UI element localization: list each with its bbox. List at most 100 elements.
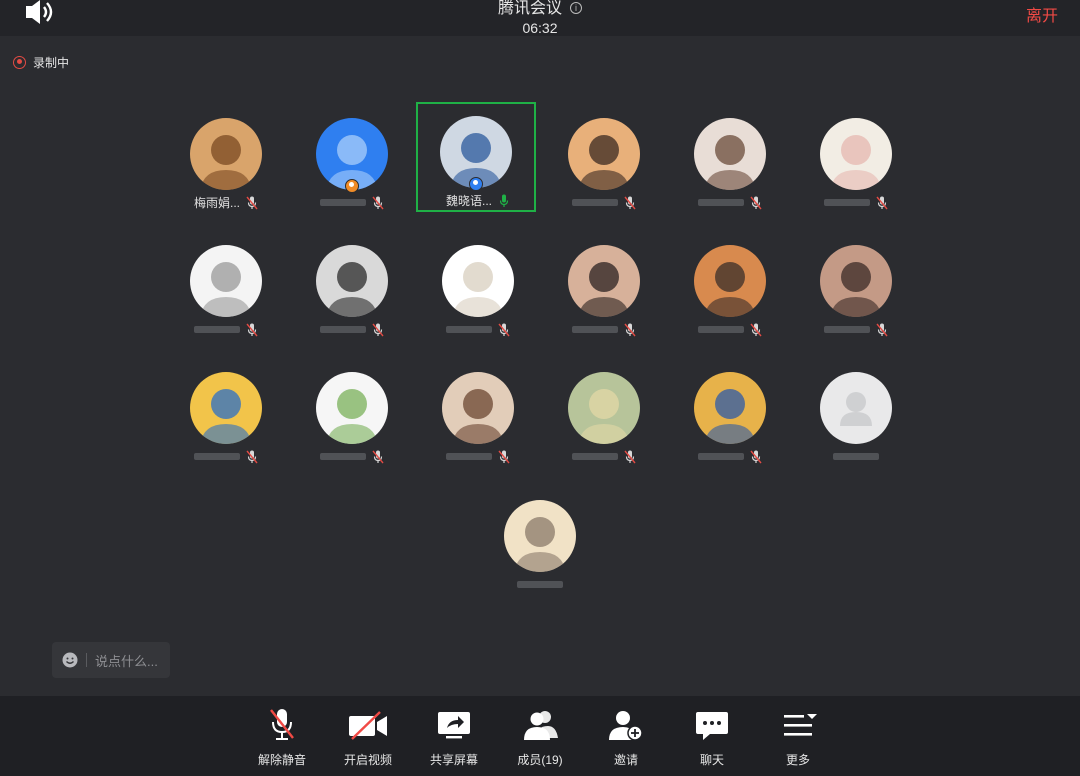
participant-name-row [670,194,790,210]
host-badge [469,177,483,191]
avatar [568,245,640,317]
participant-name-row [670,448,790,464]
leave-button[interactable]: 离开 [1026,2,1058,26]
blurred-name [194,453,240,461]
mic-muted-icon [750,196,762,210]
blurred-name [572,326,618,334]
avatar [694,372,766,444]
participant-name-row: 梅雨娟... [166,194,286,210]
participant-tile[interactable] [670,104,790,214]
share-screen-icon [438,712,470,739]
start-video-button[interactable]: 开启视频 [333,708,403,770]
participant-tile[interactable] [292,231,412,341]
mic-muted-icon [624,450,636,464]
chat-divider [86,653,87,667]
participant-name-row [796,321,916,337]
members-label: 成员(19) [517,753,563,767]
participant-tile[interactable] [418,231,538,341]
smile-icon[interactable] [62,652,78,668]
participant-name-row: 魏晓语... [418,192,538,208]
blurred-name [194,326,240,334]
mic-muted-icon [270,709,294,740]
mic-muted-icon [876,196,888,210]
avatar [442,245,514,317]
info-icon[interactable]: i [570,2,582,14]
avatar [504,500,576,572]
chat-label: 聊天 [699,753,724,767]
participant-name-row [418,448,538,464]
participant-tile[interactable] [796,358,916,468]
avatar [568,118,640,190]
blurred-name [572,199,618,207]
participant-tile[interactable] [292,358,412,468]
avatar [190,118,262,190]
chat-input[interactable]: 说点什么... [52,642,170,678]
avatar [316,245,388,317]
avatar [820,118,892,190]
chat-placeholder: 说点什么... [95,653,158,669]
participant-name-row [480,576,600,592]
blurred-name [446,453,492,461]
blurred-name [446,326,492,334]
avatar [316,372,388,444]
participant-name: 魏晓语... [445,193,492,208]
mic-muted-icon [372,450,384,464]
participant-tile[interactable] [796,104,916,214]
avatar [820,372,892,444]
participant-tile[interactable] [166,231,286,341]
participant-name-row [166,448,286,464]
start-video-label: 开启视频 [343,753,392,767]
participant-tile[interactable] [544,358,664,468]
invite-icon [609,711,643,741]
chat-button[interactable]: 聊天 [677,708,747,770]
participant-tile[interactable] [544,104,664,214]
blurred-name [833,453,879,461]
participant-tile[interactable] [544,231,664,341]
participant-tile[interactable] [166,358,286,468]
avatar [820,245,892,317]
host-badge [345,179,359,193]
avatar [694,245,766,317]
avatar [568,372,640,444]
participant-tile[interactable] [418,358,538,468]
participant-tile[interactable] [670,231,790,341]
mic-muted-icon [372,196,384,210]
unmute-label: 解除静音 [257,753,306,767]
participant-name: 梅雨娟... [193,195,240,210]
participant-name-row [544,448,664,464]
participant-name-row [292,448,412,464]
meeting-timer: 06:32 [522,20,558,36]
more-icon [784,714,817,736]
avatar [442,372,514,444]
share-screen-button[interactable]: 共享屏幕 [419,708,489,770]
participant-name-row [544,321,664,337]
participant-name-row [292,321,412,337]
recording-label: 录制中 [33,55,70,70]
participant-name-row [796,448,916,464]
participant-tile[interactable] [480,486,600,596]
participant-tile[interactable] [292,104,412,214]
participant-tile[interactable]: 魏晓语... [416,102,536,212]
mic-muted-icon [372,323,384,337]
members-button[interactable]: 成员(19) [505,708,575,770]
participant-name-row [292,194,412,210]
participant-tile[interactable]: 梅雨娟... [166,104,286,214]
mic-muted-icon [876,323,888,337]
more-label: 更多 [785,753,810,767]
more-button[interactable]: 更多 [763,708,833,770]
participant-name-row [670,321,790,337]
recording-icon [13,55,26,69]
invite-button[interactable]: 邀请 [591,708,661,770]
participant-tile[interactable] [670,358,790,468]
unmute-button[interactable]: 解除静音 [247,708,317,770]
blurred-name [698,326,744,334]
bottom-toolbar: 解除静音 开启视频 共享屏幕 成员(19) 邀请 聊天 更多 [0,696,1080,776]
participant-tile[interactable] [796,231,916,341]
participant-name-row [796,194,916,210]
blurred-name [320,326,366,334]
mic-muted-icon [624,196,636,210]
mic-muted-icon [750,450,762,464]
video-off-icon [349,711,387,740]
blurred-name [320,453,366,461]
participant-name-row [544,194,664,210]
